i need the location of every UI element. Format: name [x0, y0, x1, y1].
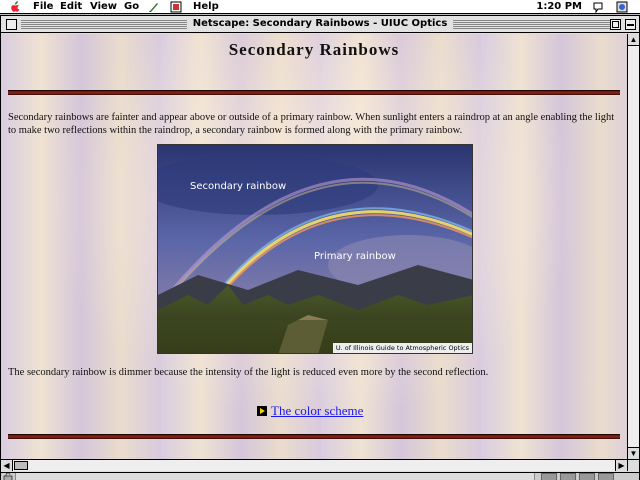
page-title: Secondary Rainbows: [228, 40, 400, 59]
secondary-rainbow-label: Secondary rainbow: [190, 181, 287, 192]
status-bar: [1, 472, 639, 480]
scroll-down-arrow-icon[interactable]: ▼: [628, 447, 639, 459]
image-credit: U. of Illinois Guide to Atmospheric Opti…: [332, 343, 472, 353]
menu-clock[interactable]: 1:20 PM: [536, 1, 582, 13]
application-menu-icon[interactable]: [616, 1, 628, 13]
browser-window: Netscape: Secondary Rainbows - UIUC Opti…: [0, 15, 640, 480]
menu-edit[interactable]: Edit: [60, 1, 82, 13]
mail-icon[interactable]: [560, 473, 576, 480]
horizontal-scrollbar[interactable]: ◀ ▶: [1, 459, 627, 471]
menu-view[interactable]: View: [90, 1, 117, 13]
component-bar: [541, 473, 614, 480]
zoom-box[interactable]: [610, 19, 621, 30]
scroll-left-arrow-icon[interactable]: ◀: [1, 460, 13, 471]
status-message-field: [15, 473, 535, 480]
scroll-right-arrow-icon[interactable]: ▶: [615, 460, 627, 471]
vertical-scrollbar[interactable]: ▲ ▼: [627, 34, 639, 459]
horizontal-scroll-thumb[interactable]: [14, 461, 28, 470]
menu-bar: File Edit View Go Help 1:20 PM: [0, 0, 640, 14]
color-scheme-link[interactable]: The color scheme: [271, 403, 363, 418]
page-content: Secondary Rainbows Secondary rainbows ar…: [1, 34, 627, 459]
navigator-icon[interactable]: [541, 473, 557, 480]
intro-paragraph: Secondary rainbows are fainter and appea…: [8, 112, 615, 136]
scroll-up-arrow-icon[interactable]: ▲: [628, 34, 639, 46]
window-title: Netscape: Secondary Rainbows - UIUC Opti…: [186, 18, 454, 29]
rainbow-photo: Secondary rainbow Primary rainbow U. of …: [157, 144, 473, 354]
menu-go[interactable]: Go: [124, 1, 139, 13]
arrow-bullet-icon: [257, 406, 267, 416]
menu-file[interactable]: File: [33, 1, 53, 13]
resize-grow-box[interactable]: [627, 459, 639, 471]
menu-help[interactable]: Help: [193, 1, 219, 13]
divider-bottom: [8, 434, 620, 439]
dimmer-explanation: The secondary rainbow is dimmer because …: [8, 367, 489, 378]
title-bar[interactable]: Netscape: Secondary Rainbows - UIUC Opti…: [1, 16, 639, 33]
script-menu-icon[interactable]: [148, 1, 160, 13]
apple-menu-icon[interactable]: [10, 1, 20, 12]
composer-icon[interactable]: [598, 473, 614, 480]
primary-rainbow-label: Primary rainbow: [314, 251, 396, 262]
collapse-box[interactable]: [625, 19, 636, 30]
bookmarks-menu-icon[interactable]: [170, 1, 182, 13]
divider-top: [8, 90, 620, 95]
security-lock-icon[interactable]: [3, 473, 13, 480]
color-scheme-link-row: The color scheme: [257, 403, 363, 419]
news-icon[interactable]: [579, 473, 595, 480]
help-balloon-icon[interactable]: [592, 1, 604, 13]
